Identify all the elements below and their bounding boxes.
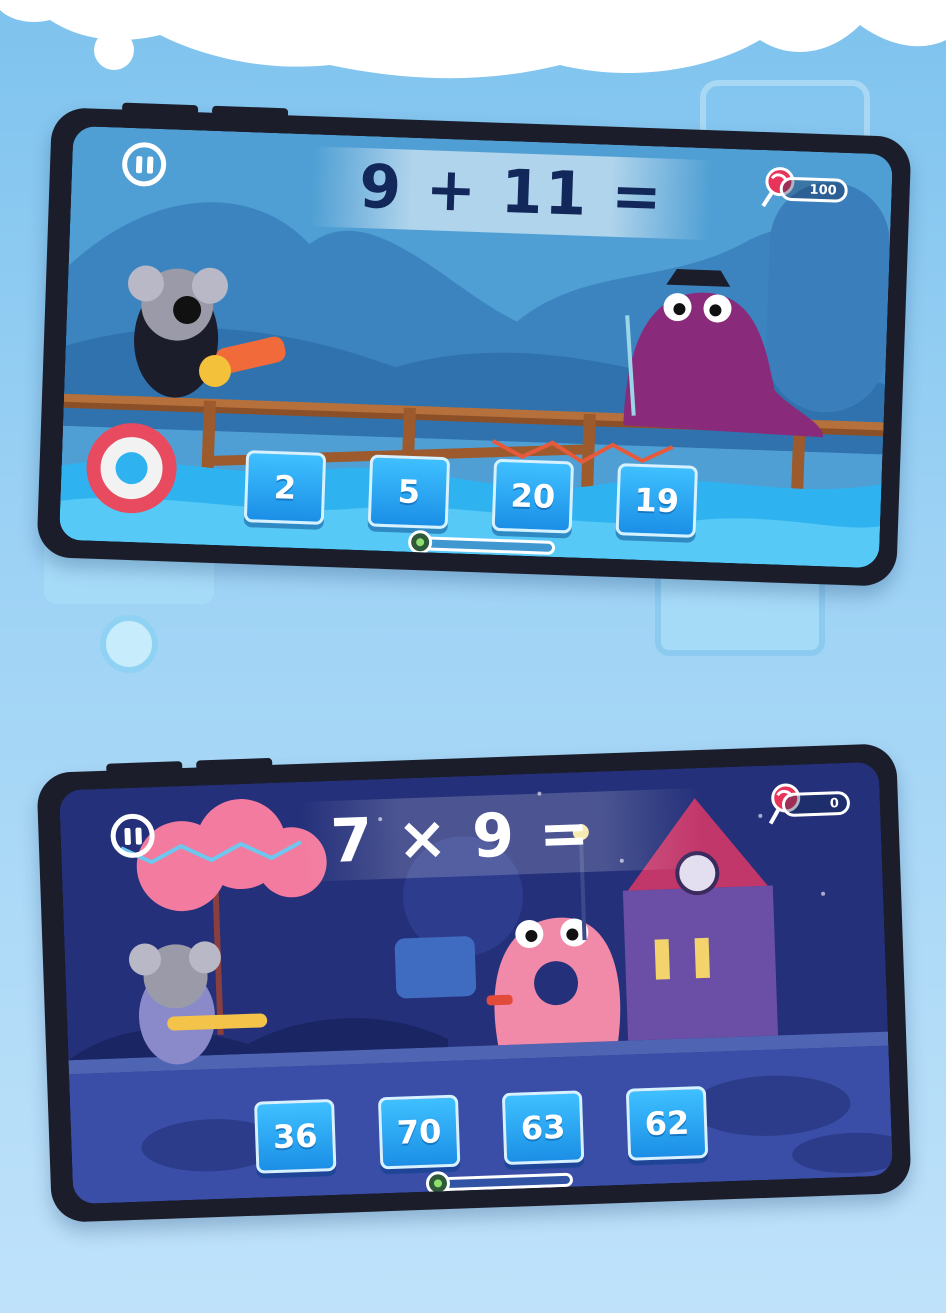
score-counter: 0 [781, 790, 851, 818]
pause-icon [135, 155, 142, 173]
bottom-phone-frame: 7 × 9 = 0 36 70 63 62 [36, 743, 912, 1223]
phone-side-button [106, 761, 183, 774]
bubble-decoration [100, 615, 158, 673]
top-game-screen: 9 + 11 = 100 2 5 20 19 [59, 125, 893, 569]
answer-button[interactable]: 63 [501, 1090, 585, 1166]
answer-button[interactable]: 19 [615, 463, 698, 538]
phone-side-button [121, 102, 199, 116]
pause-icon [123, 827, 131, 845]
pause-icon [134, 827, 142, 845]
bottom-game-screen: 7 × 9 = 0 36 70 63 62 [59, 761, 893, 1205]
monster-progress-icon [425, 1170, 451, 1196]
answer-button[interactable]: 70 [377, 1094, 461, 1170]
answer-button[interactable]: 62 [625, 1085, 709, 1161]
answer-button[interactable]: 20 [491, 458, 575, 534]
answer-button[interactable]: 2 [243, 450, 327, 525]
score-counter: 100 [779, 176, 849, 203]
equation-text: 7 × 9 = [329, 797, 593, 877]
bubble-decoration [94, 30, 134, 70]
phone-side-button [196, 757, 273, 771]
pause-icon [146, 155, 153, 174]
equation-text: 9 + 11 = [358, 151, 665, 233]
answer-button[interactable]: 36 [254, 1098, 337, 1174]
phone-side-button [211, 105, 289, 119]
top-phone-frame: 9 + 11 = 100 2 5 20 19 [36, 102, 912, 587]
answer-button[interactable]: 5 [367, 454, 451, 530]
